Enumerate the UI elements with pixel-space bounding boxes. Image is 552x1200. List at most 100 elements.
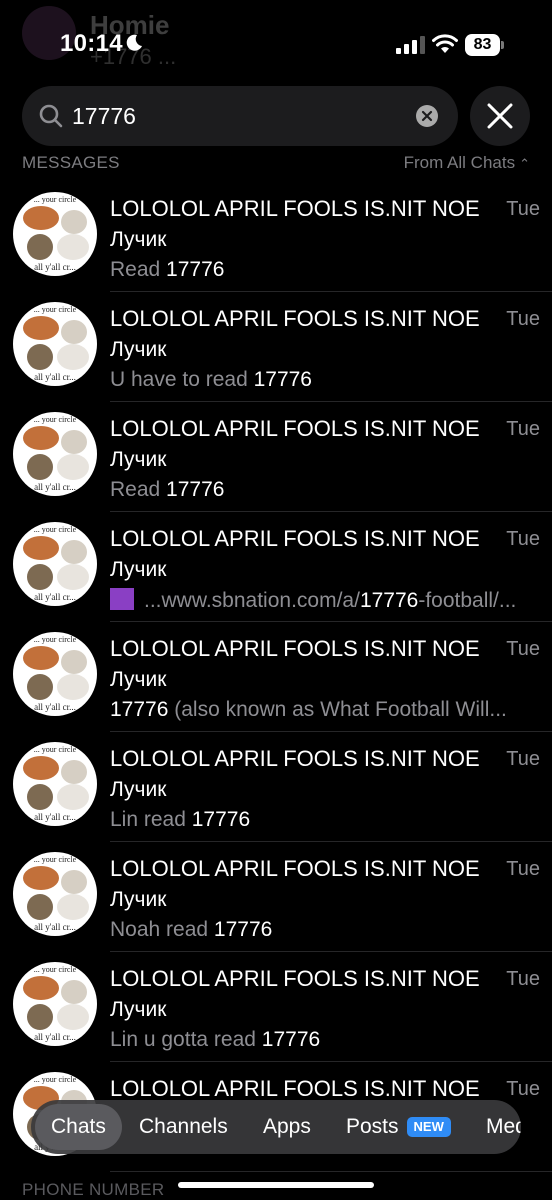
- avatar-caption-top: ... your circle: [33, 1075, 77, 1084]
- message-snippet: Read 17776: [110, 478, 542, 502]
- snippet-match: 17776: [166, 478, 225, 501]
- chat-avatar: ... your circle all y'all cr...: [13, 632, 97, 716]
- snippet-match: 17776: [191, 808, 251, 831]
- message-time: Tue: [506, 198, 540, 220]
- tab-apps[interactable]: Apps: [263, 1100, 311, 1154]
- chevron-updown-icon: ⌃: [519, 156, 530, 171]
- snippet-text-after: (also known as What Football Will...: [168, 698, 507, 721]
- chat-title: LOLOLOL APRIL FOOLS IS.NIT NOE: [110, 856, 480, 881]
- message-sender: Лучик: [110, 558, 167, 581]
- chat-title: LOLOLOL APRIL FOOLS IS.NIT NOE: [110, 196, 480, 221]
- status-time: 10:14: [60, 30, 123, 57]
- message-snippet: Noah read 17776: [110, 918, 542, 942]
- snippet-text: Lin read: [110, 808, 192, 831]
- avatar-caption-top: ... your circle: [33, 745, 77, 754]
- home-indicator: [178, 1182, 374, 1188]
- message-sender: Лучик: [110, 778, 167, 801]
- tab-channels[interactable]: Channels: [139, 1100, 228, 1154]
- snippet-match: 17776: [253, 368, 312, 391]
- wifi-icon: [432, 34, 458, 53]
- chat-avatar: ... your circle all y'all cr...: [13, 852, 97, 936]
- message-snippet: 17776 (also known as What Football Will.…: [110, 698, 542, 722]
- chat-title: LOLOLOL APRIL FOOLS IS.NIT NOE: [110, 1076, 480, 1101]
- messages-section-header: MESSAGES: [22, 153, 120, 172]
- avatar-caption-bottom: all y'all cr...: [34, 482, 76, 492]
- message-time: Tue: [506, 638, 540, 660]
- snippet-match: 17776: [213, 918, 273, 941]
- message-result-row[interactable]: ... your circle all y'all cr... LOLOLOL AP…: [0, 842, 552, 952]
- avatar-caption-top: ... your circle: [33, 525, 77, 534]
- message-result-row[interactable]: ... your circle all y'all cr... LOLOLOL AP…: [0, 952, 552, 1062]
- avatar-caption-bottom: all y'all cr...: [34, 372, 76, 382]
- message-result-row[interactable]: ... your circle all y'all cr... LOLOLOL AP…: [0, 292, 552, 402]
- snippet-match: 17776: [110, 698, 169, 721]
- close-search-button[interactable]: [470, 86, 530, 146]
- tab-chats[interactable]: Chats: [35, 1104, 122, 1150]
- search-input[interactable]: 17776: [22, 86, 458, 146]
- message-time: Tue: [506, 418, 540, 440]
- chat-avatar: ... your circle all y'all cr...: [13, 522, 97, 606]
- message-result-row[interactable]: ... your circle all y'all cr... LOLOLOL AP…: [0, 402, 552, 512]
- message-time: Tue: [506, 968, 540, 990]
- chat-filter-dropdown[interactable]: From All Chats ⌃: [404, 153, 530, 173]
- search-scope-tabs: Chats Channels Apps Posts NEW Med: [31, 1100, 521, 1154]
- avatar-caption-top: ... your circle: [33, 635, 77, 644]
- message-snippet: Lin read 17776: [110, 808, 542, 832]
- battery-icon: 83: [465, 34, 505, 56]
- avatar-caption-top: ... your circle: [33, 965, 77, 974]
- snippet-text: Read: [110, 258, 167, 281]
- message-result-row[interactable]: ... your circle all y'all cr... LOLOLOL AP…: [0, 182, 552, 292]
- snippet-text: Lin u gotta read: [110, 1028, 262, 1051]
- tab-posts[interactable]: Posts NEW: [346, 1100, 451, 1154]
- avatar-caption-top: ... your circle: [33, 305, 77, 314]
- chat-filter-label: From All Chats: [403, 153, 516, 172]
- message-result-row[interactable]: ... your circle all y'all cr... LOLOLOL AP…: [0, 512, 552, 622]
- tab-media[interactable]: Med: [486, 1100, 521, 1154]
- moon-icon: [126, 34, 142, 51]
- chat-avatar: ... your circle all y'all cr...: [13, 412, 97, 496]
- snippet-text: U have to read: [110, 368, 254, 391]
- cellular-signal-icon: [396, 36, 425, 54]
- snippet-text: Read: [110, 478, 167, 501]
- avatar-caption-top: ... your circle: [33, 415, 77, 424]
- message-sender: Лучик: [110, 448, 167, 471]
- message-time: Tue: [506, 1078, 540, 1100]
- message-sender: Лучик: [110, 228, 167, 251]
- tab-posts-label: Posts: [346, 1115, 399, 1138]
- avatar-caption-bottom: all y'all cr...: [34, 1032, 76, 1042]
- message-sender: Лучик: [110, 888, 167, 911]
- message-sender: Лучик: [110, 338, 167, 361]
- avatar-caption-bottom: all y'all cr...: [34, 702, 76, 712]
- search-query[interactable]: 17776: [72, 103, 136, 130]
- link-preview-thumbnail: [110, 588, 134, 610]
- row-divider: [110, 1171, 552, 1172]
- chat-avatar: ... your circle all y'all cr...: [13, 302, 97, 386]
- snippet-match: 17776: [166, 258, 225, 281]
- message-time: Tue: [506, 308, 540, 330]
- avatar-caption-top: ... your circle: [33, 855, 77, 864]
- status-bar: 10:14 83: [0, 0, 552, 88]
- clear-search-icon[interactable]: [416, 105, 438, 127]
- message-snippet: Read 17776: [110, 258, 542, 282]
- snippet-text: ...www.sbnation.com/a/: [144, 589, 360, 612]
- message-result-row[interactable]: ... your circle all y'all cr... LOLOLOL AP…: [0, 622, 552, 732]
- message-sender: Лучик: [110, 668, 167, 691]
- snippet-match: 17776: [261, 1028, 321, 1051]
- avatar-caption-bottom: all y'all cr...: [34, 262, 76, 272]
- message-time: Tue: [506, 748, 540, 770]
- chat-title: LOLOLOL APRIL FOOLS IS.NIT NOE: [110, 526, 480, 551]
- message-snippet: Lin u gotta read 17776: [110, 1028, 542, 1052]
- snippet-match: 17776: [359, 589, 419, 612]
- search-icon: [39, 104, 63, 128]
- message-snippet: ...www.sbnation.com/a/17776-football/...: [110, 588, 542, 613]
- avatar-caption-bottom: all y'all cr...: [34, 812, 76, 822]
- message-result-row[interactable]: ... your circle all y'all cr... LOLOLOL AP…: [0, 732, 552, 842]
- message-time: Tue: [506, 858, 540, 880]
- chat-avatar: ... your circle all y'all cr...: [13, 192, 97, 276]
- chat-title: LOLOLOL APRIL FOOLS IS.NIT NOE: [110, 746, 480, 771]
- chat-title: LOLOLOL APRIL FOOLS IS.NIT NOE: [110, 416, 480, 441]
- phone-number-section-header: PHONE NUMBER: [22, 1180, 165, 1199]
- avatar-caption-bottom: all y'all cr...: [34, 922, 76, 932]
- avatar-caption-top: ... your circle: [33, 195, 77, 204]
- battery-level: 83: [473, 36, 492, 53]
